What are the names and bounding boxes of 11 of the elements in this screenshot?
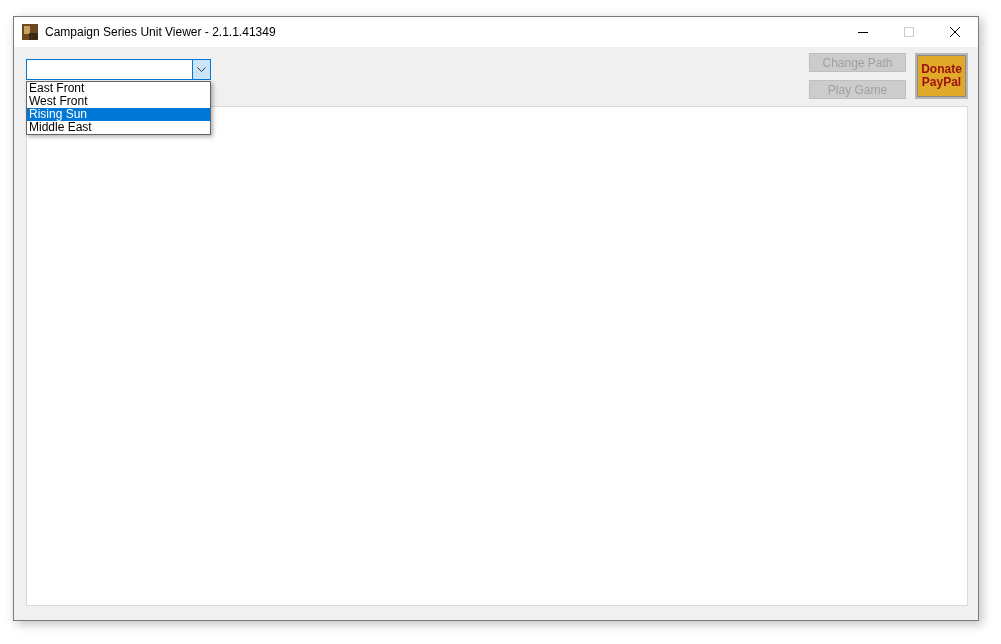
dropdown-option[interactable]: Middle East [27, 121, 210, 134]
dropdown-option[interactable]: West Front [27, 95, 210, 108]
window-title: Campaign Series Unit Viewer - 2.1.1.41349 [45, 25, 276, 39]
app-logo-icon [22, 24, 38, 40]
dropdown-field[interactable] [26, 59, 211, 80]
dropdown-option[interactable]: East Front [27, 82, 210, 95]
dropdown-option[interactable]: Rising Sun [27, 108, 210, 121]
maximize-icon [904, 27, 914, 37]
close-icon [950, 27, 960, 37]
donate-button[interactable]: Donate PayPal [915, 53, 968, 99]
chevron-down-icon [197, 67, 206, 72]
